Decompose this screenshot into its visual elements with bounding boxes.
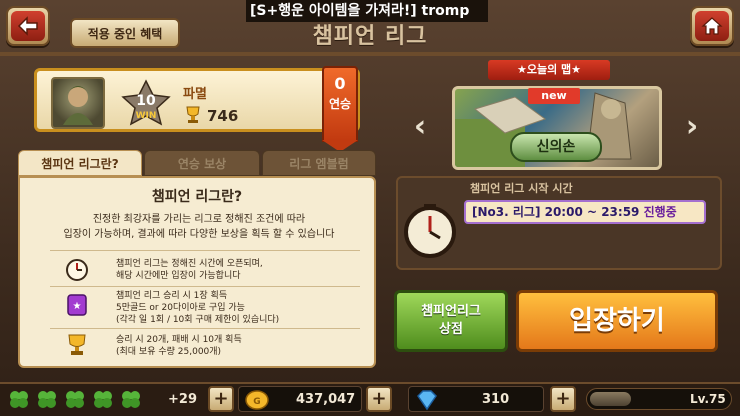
announcement-ticker: [S+행운 아이템을 가져라!] tromp [246,0,488,22]
rank-suffix: WIN [136,111,157,121]
rank-name: 파멸 [183,87,207,102]
league-status: 진행중 [643,205,677,219]
rule-item-trophy: 승리 시 20개, 패배 시 10개 획득 (최대 보유 수량 25,000개) [116,334,366,358]
add-clover-button[interactable]: + [208,386,234,412]
header-divider [0,52,740,56]
shop-label-line-1: 챔피언리그 [421,304,481,319]
tab-about[interactable]: 챔피언 리그란? [18,150,142,176]
player-profile-card: 10 WIN 파멸 746 [34,68,360,132]
svg-text:G: G [253,397,260,407]
svg-text:★: ★ [73,301,82,312]
map-name: 신의손 [510,132,602,162]
home-button[interactable] [690,6,734,46]
info-panel: 챔피언 리그란? 진정한 최강자를 가리는 리그로 정해진 조건에 따라 입장이… [18,176,376,368]
rule-ticket-line-1: 챔피언 리그 승리 시 1장 획득 [116,291,228,301]
tab-league-emblem[interactable]: 리그 엠블럼 [262,150,376,176]
enter-button[interactable]: 입장하기 [516,290,718,352]
trophy-count: 746 [207,107,239,125]
rule-trophy-line-2: (최대 보유 수량 25,000개) [116,347,222,357]
rule-divider [50,250,360,251]
info-tabs: 챔피언 리그란? 연승 보상 리그 엠블럼 [18,150,376,176]
rule-divider [50,328,360,329]
todays-map-ribbon: ★오늘의 맵★ [488,60,610,80]
screen: 적용 중인 혜택 챔피언 리그 [S+행운 아이템을 가져라!] tromp 1… [0,0,740,416]
rule-trophy-line-1: 승리 시 20개, 패배 시 10개 획득 [116,335,242,345]
clover-icon [62,389,88,411]
rule-ticket-line-3: (각각 일 1회 / 10회 구매 제한이 있습니다) [116,315,280,325]
level-label: Lv.75 [690,392,726,406]
info-description: 진정한 최강자를 가리는 리그로 정해진 조건에 따라 입장이 가능하며, 결과… [30,212,368,242]
trophy-icon [64,332,90,358]
trophy-icon [183,105,203,125]
rule-ticket-line-2: 5만골드 or 20다이아로 구입 가능 [116,303,245,313]
alarm-clock-icon [400,200,460,260]
streak-count: 0 [334,74,346,93]
player-avatar [51,77,105,129]
clover-icon [90,389,116,411]
back-arrow-icon [11,11,45,41]
map-new-tag: new [528,88,580,104]
info-desc-line-2: 입장이 가능하며, 결과에 따라 다양한 보상을 획득 할 수 있습니다 [63,229,335,240]
diamond-icon [414,389,440,411]
clover-icon [118,389,144,411]
league-time-slot: [No3. 리그] 20:00 ~ 23:59 진행중 [464,200,706,224]
rule-schedule-line-1: 챔피언 리그는 정해진 시간에 오픈되며, [116,259,263,269]
win-streak-banner: 0 연승 [322,66,358,142]
diamond-amount: 310 [482,392,510,407]
ticket-icon: ★ [64,292,90,318]
rank-wins: 10 [136,93,156,109]
rule-schedule-line-2: 해당 시간에만 입장이 가능합니다 [116,271,241,281]
applied-benefits-button[interactable]: 적용 중인 혜택 [70,18,180,48]
gold-amount: 437,047 [296,392,356,407]
home-icon [695,11,729,41]
rank-badge-icon: 10 WIN [119,79,173,127]
rule-item-ticket: 챔피언 리그 승리 시 1장 획득 5만골드 or 20다이아로 구입 가능 (… [116,290,366,326]
level-progress-fill [590,392,631,406]
rule-item-schedule: 챔피언 리그는 정해진 시간에 오픈되며, 해당 시간에만 입장이 가능합니다 [116,258,366,282]
streak-label: 연승 [328,97,352,111]
back-button[interactable] [6,6,50,46]
clover-count: +29 [168,392,197,407]
clover-icon [6,389,32,411]
map-prev-arrow-icon[interactable]: ‹ [408,112,432,142]
clover-icon [34,389,60,411]
shop-label-line-2: 상점 [439,322,463,337]
league-slot-text: [No3. 리그] 20:00 ~ 23:59 [472,205,640,219]
add-gold-button[interactable]: + [366,386,392,412]
info-desc-line-1: 진정한 최강자를 가리는 리그로 정해진 조건에 따라 [92,214,306,225]
rule-divider [50,286,360,287]
gold-coin-icon: G [244,389,270,411]
map-next-arrow-icon[interactable]: › [680,112,704,142]
add-diamond-button[interactable]: + [550,386,576,412]
tab-streak-rewards[interactable]: 연승 보상 [144,150,260,176]
champion-shop-button[interactable]: 챔피언리그 상점 [394,290,508,352]
schedule-label: 챔피언 리그 시작 시간 [470,182,573,195]
info-title: 챔피언 리그란? [151,189,243,205]
page-title: 챔피언 리그 [312,24,428,49]
clock-icon [64,256,90,282]
